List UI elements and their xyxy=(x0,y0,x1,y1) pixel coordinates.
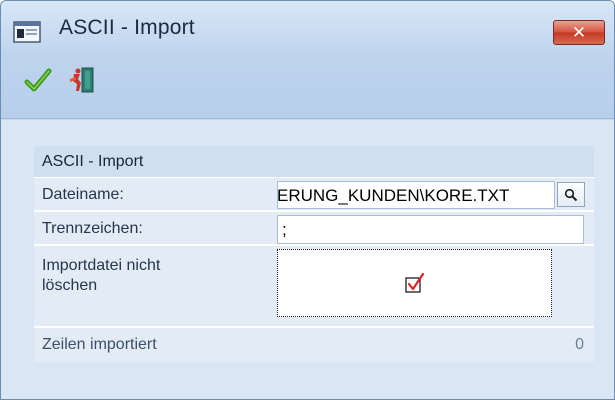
close-icon[interactable]: ✕ xyxy=(572,23,586,43)
keep-file-row: Importdatei nicht löschen xyxy=(34,246,594,328)
dialog-footer xyxy=(1,373,614,399)
magnifier-icon xyxy=(564,188,578,201)
window-title: ASCII - Import xyxy=(59,16,195,39)
group-header: ASCII - Import xyxy=(34,146,594,178)
group-title: ASCII - Import xyxy=(42,153,144,170)
lines-imported-row: Zeilen importiert 0 xyxy=(34,328,594,362)
keep-file-label-line1: Importdatei nicht xyxy=(42,257,161,274)
filename-label: Dateiname: xyxy=(42,186,124,203)
separator-field[interactable]: ; xyxy=(277,215,584,244)
close-button[interactable]: ✕ xyxy=(553,20,605,45)
lines-imported-label: Zeilen importiert xyxy=(42,336,157,353)
separator-row: Trennzeichen: ; xyxy=(34,212,594,246)
title-bar[interactable]: ASCII - Import ✕ xyxy=(1,1,614,61)
toolbar xyxy=(1,61,614,119)
window-app-icon xyxy=(13,21,41,43)
import-dialog-window: ASCII - Import ✕ ASCII - Import Dateinam… xyxy=(0,0,615,400)
separator-label: Trennzeichen: xyxy=(42,220,143,237)
keep-file-label: Importdatei nicht löschen xyxy=(42,256,160,296)
keep-file-label-line2: löschen xyxy=(42,277,98,294)
filename-value: ERUNG_KUNDEN\KORE.TXT xyxy=(277,186,510,205)
lines-imported-value: 0 xyxy=(575,336,584,353)
toolbar-divider xyxy=(1,118,614,119)
green-checkmark-icon[interactable] xyxy=(23,65,53,95)
filename-field[interactable]: ERUNG_KUNDEN\KORE.TXT xyxy=(277,181,555,209)
keep-file-checkbox-cell[interactable] xyxy=(277,249,552,317)
exit-door-icon[interactable] xyxy=(67,65,97,95)
separator-value: ; xyxy=(282,220,287,239)
keep-file-checkbox[interactable] xyxy=(404,272,426,294)
filename-row: Dateiname: ERUNG_KUNDEN\KORE.TXT xyxy=(34,178,594,212)
browse-button[interactable] xyxy=(557,182,585,207)
